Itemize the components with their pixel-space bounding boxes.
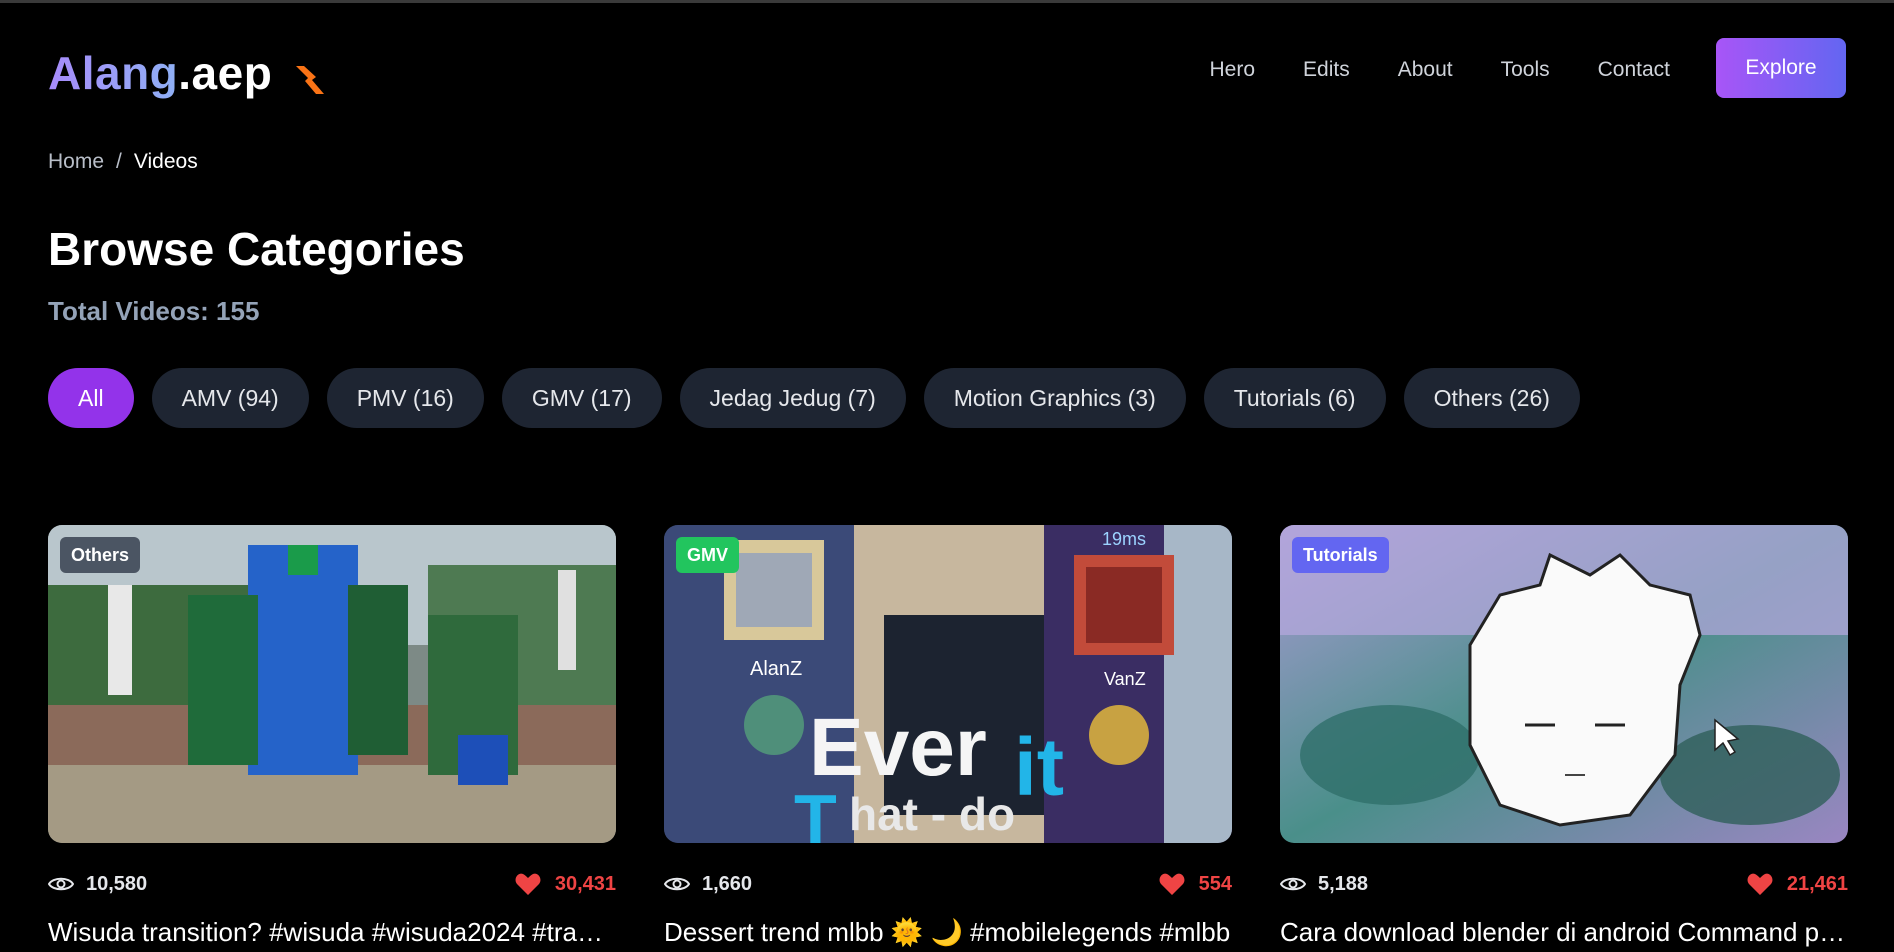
breadcrumb-separator: / [116, 150, 122, 173]
video-stats: 10,580 30,431 [48, 869, 616, 899]
filter-amv[interactable]: AMV (94) [151, 368, 309, 428]
view-count-value: 10,580 [86, 872, 148, 895]
eye-icon [48, 877, 74, 891]
like-count-value: 21,461 [1786, 872, 1848, 895]
like-count[interactable]: 21,461 [1747, 872, 1848, 896]
nav-link-hero[interactable]: Hero [1209, 58, 1255, 82]
site-logo[interactable]: Alang .aep [48, 46, 328, 100]
window-top-border [0, 0, 1894, 3]
view-count: 1,660 [664, 873, 752, 896]
svg-text:VanZ: VanZ [1104, 669, 1146, 689]
category-badge: Others [60, 537, 141, 573]
category-badge: Tutorials [1292, 537, 1389, 573]
video-card[interactable]: Others 10,580 30,431 Wisuda transition? … [48, 525, 616, 948]
filter-motion-graphics[interactable]: Motion Graphics (3) [923, 368, 1186, 428]
nav-link-tools[interactable]: Tools [1501, 58, 1550, 82]
breadcrumb-home[interactable]: Home [48, 150, 104, 174]
video-card[interactable]: AlanZ VanZ 19ms Ever it T hat - do GMV 1… [664, 525, 1232, 948]
video-thumbnail[interactable]: Others [48, 525, 616, 843]
total-videos-count: Total Videos: 155 [48, 296, 260, 326]
video-title[interactable]: Wisuda transition? #wisuda #wisuda2024 #… [48, 917, 616, 948]
logo-text-secondary: .aep [178, 47, 273, 99]
video-title[interactable]: Cara download blender di android Command… [1280, 917, 1848, 948]
view-count-value: 1,660 [702, 872, 753, 895]
like-count[interactable]: 30,431 [515, 872, 616, 896]
filter-all[interactable]: All [48, 368, 134, 428]
eye-icon [1280, 877, 1306, 891]
category-filters: All AMV (94) PMV (16) GMV (17) Jedag Jed… [48, 368, 1580, 428]
lightning-icon [292, 55, 328, 94]
svg-text:it: it [1014, 722, 1064, 813]
page-title: Browse Categories [48, 223, 465, 275]
view-count: 5,188 [1280, 873, 1368, 896]
video-stats: 1,660 554 [664, 869, 1232, 899]
eye-icon [664, 877, 690, 891]
heart-icon [1747, 873, 1773, 895]
filter-gmv[interactable]: GMV (17) [501, 368, 662, 428]
view-count: 10,580 [48, 873, 147, 896]
filter-jedag-jedug[interactable]: Jedag Jedug (7) [679, 368, 906, 428]
heart-icon [1159, 873, 1185, 895]
video-thumbnail[interactable]: AlanZ VanZ 19ms Ever it T hat - do GMV [664, 525, 1232, 843]
like-count-value: 30,431 [554, 872, 616, 895]
video-card[interactable]: Tutorials 5,188 21,461 Cara download ble… [1280, 525, 1848, 948]
heart-icon [515, 873, 541, 895]
view-count-value: 5,188 [1318, 872, 1369, 895]
svg-text:T: T [794, 780, 837, 843]
svg-text:AlanZ: AlanZ [750, 658, 802, 680]
explore-button[interactable]: Explore [1716, 38, 1846, 98]
category-badge: GMV [676, 537, 740, 573]
svg-text:hat - do: hat - do [849, 788, 1015, 840]
svg-text:19ms: 19ms [1102, 529, 1146, 549]
video-thumbnail[interactable]: Tutorials [1280, 525, 1848, 843]
video-grid: Others 10,580 30,431 Wisuda transition? … [48, 525, 1848, 948]
nav-link-edits[interactable]: Edits [1303, 58, 1350, 82]
filter-tutorials[interactable]: Tutorials (6) [1203, 368, 1386, 428]
breadcrumb: Home / Videos [48, 150, 198, 174]
breadcrumb-current: Videos [133, 150, 198, 173]
navbar: Alang .aep Hero Edits About Tools Contact… [48, 38, 1846, 100]
main-nav: Hero Edits About Tools Contact [1209, 58, 1670, 82]
video-stats: 5,188 21,461 [1280, 869, 1848, 899]
like-count-value: 554 [1198, 872, 1232, 895]
video-title[interactable]: Dessert trend mlbb 🌞 🌙 #mobilelegends #m… [664, 917, 1232, 948]
nav-link-about[interactable]: About [1398, 58, 1453, 82]
filter-pmv[interactable]: PMV (16) [326, 368, 484, 428]
nav-link-contact[interactable]: Contact [1598, 58, 1670, 82]
filter-others[interactable]: Others (26) [1403, 368, 1580, 428]
logo-text-primary: Alang [48, 47, 179, 99]
like-count[interactable]: 554 [1159, 872, 1232, 896]
